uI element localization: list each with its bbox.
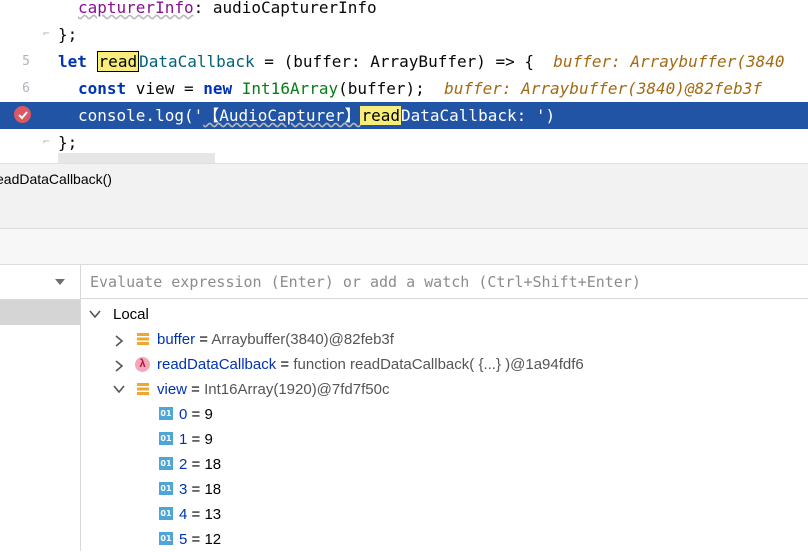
- threads-dropdown[interactable]: [0, 265, 80, 300]
- chevron-down-icon: [55, 279, 65, 285]
- element-value: 18: [204, 456, 222, 473]
- variable-name: buffer: [157, 331, 196, 348]
- equals-sign: =: [187, 531, 205, 548]
- code-line[interactable]: capturerInfo: audioCapturerInfo: [0, 0, 808, 21]
- primitive-value-icon: 01: [159, 482, 173, 495]
- equals-sign: =: [195, 331, 212, 348]
- variable-row[interactable]: view = Int16Array(1920)@7fd7f50c: [81, 377, 808, 402]
- array-element-row[interactable]: 01 5 = 12: [81, 527, 808, 552]
- array-element-row[interactable]: 01 1 = 9: [81, 427, 808, 452]
- fold-icon[interactable]: ⌐: [43, 28, 53, 40]
- code-token: console.log(': [78, 106, 204, 125]
- variable-row[interactable]: buffer = Arraybuffer(3840)@82feb3f: [81, 327, 808, 352]
- variable-name: view: [157, 381, 188, 398]
- code-token: view =: [126, 79, 204, 98]
- variable-value: Int16Array(1920)@7fd7f50c: [204, 381, 390, 398]
- code-token: = (buffer: ArrayBuffer) => {: [254, 52, 535, 71]
- variables-panel: Local buffer = Arraybuffer(3840)@82feb3f…: [81, 265, 808, 551]
- selected-frame[interactable]: [0, 300, 80, 325]
- equals-sign: =: [187, 456, 205, 473]
- frames-panel: [0, 265, 81, 551]
- code-line[interactable]: 6 let read DataCallback = (buffer: ArrayB…: [0, 48, 808, 96]
- chevron-right-icon[interactable]: [115, 335, 124, 347]
- equals-sign: =: [187, 381, 205, 398]
- equals-sign: =: [187, 406, 205, 423]
- variable-row[interactable]: λ readDataCallback = function readDataCa…: [81, 352, 808, 377]
- code-token: DataCallback: '): [401, 106, 556, 125]
- chevron-down-icon[interactable]: [113, 385, 125, 394]
- code-token: 【AudioCapturer】: [203, 106, 361, 125]
- element-value: 18: [204, 481, 222, 498]
- inline-debug-value: buffer: Arraybuffer(3840)@82feb3f: [444, 79, 762, 98]
- code-token: };: [58, 133, 78, 152]
- search-highlight: read: [360, 106, 401, 125]
- element-value: 9: [204, 406, 213, 423]
- array-element-row[interactable]: 01 0 = 9: [81, 402, 808, 427]
- fold-icon[interactable]: ⌐: [43, 136, 53, 148]
- equals-sign: =: [187, 481, 205, 498]
- variable-value: Arraybuffer(3840)@82feb3f: [211, 331, 394, 348]
- code-editor[interactable]: capturerInfo: audioCapturerInfo 5 ⌐ }; 6…: [0, 0, 808, 163]
- primitive-value-icon: 01: [159, 507, 173, 520]
- evaluate-expression-input[interactable]: [81, 265, 808, 299]
- field-icon: [137, 383, 149, 395]
- lambda-icon: λ: [135, 357, 150, 372]
- chevron-down-icon[interactable]: [89, 310, 101, 319]
- array-element-row[interactable]: 01 3 = 18: [81, 477, 808, 502]
- element-value: 13: [204, 506, 222, 523]
- scope-label: Local: [113, 306, 149, 323]
- chevron-right-icon[interactable]: [115, 360, 124, 372]
- primitive-value-icon: 01: [159, 457, 173, 470]
- code-token: capturerInfo: [78, 0, 194, 17]
- debug-tool-window-header: [0, 194, 808, 229]
- code-line[interactable]: 9 ⌐ };: [0, 129, 808, 163]
- equals-sign: =: [187, 431, 205, 448]
- scope-node-local[interactable]: Local: [81, 302, 808, 327]
- current-execution-line[interactable]: 8 console.log('【AudioCapturer】readDataCa…: [0, 102, 808, 129]
- equals-sign: =: [276, 356, 294, 373]
- breadcrumb-item[interactable]: eadDataCallback(): [0, 164, 112, 194]
- equals-sign: =: [187, 506, 205, 523]
- code-line[interactable]: 5 ⌐ };: [0, 21, 808, 69]
- primitive-value-icon: 01: [159, 407, 173, 420]
- array-element-row[interactable]: 01 2 = 18: [81, 452, 808, 477]
- keyword: new: [203, 79, 233, 98]
- class-name: Int16Array: [241, 79, 339, 98]
- element-value: 12: [204, 531, 222, 548]
- breadcrumb[interactable]: eadDataCallback(): [0, 163, 808, 195]
- code-line[interactable]: 7 const view = new Int16Array(buffer); b…: [0, 75, 808, 123]
- variable-value: function readDataCallback( {...} )@1a94f…: [293, 356, 584, 373]
- search-highlight: read: [96, 51, 140, 72]
- debug-toolbar: [0, 229, 808, 265]
- array-element-row[interactable]: 01 4 = 13: [81, 502, 808, 527]
- breakpoint-icon[interactable]: [14, 106, 31, 123]
- primitive-value-icon: 01: [159, 432, 173, 445]
- field-icon: [137, 333, 149, 345]
- line-number: 9: [0, 156, 30, 163]
- horizontal-scrollbar[interactable]: [58, 153, 215, 163]
- element-value: 9: [204, 431, 213, 448]
- function-name: DataCallback: [139, 52, 255, 71]
- code-token: (buffer);: [338, 79, 425, 98]
- keyword: let: [58, 52, 87, 71]
- primitive-value-icon: 01: [159, 532, 173, 545]
- keyword: const: [78, 79, 127, 98]
- inline-debug-value: buffer: Arraybuffer(3840: [553, 52, 785, 71]
- code-token: };: [58, 25, 78, 44]
- variable-name: readDataCallback: [157, 356, 277, 373]
- code-token: : audioCapturerInfo: [193, 0, 377, 17]
